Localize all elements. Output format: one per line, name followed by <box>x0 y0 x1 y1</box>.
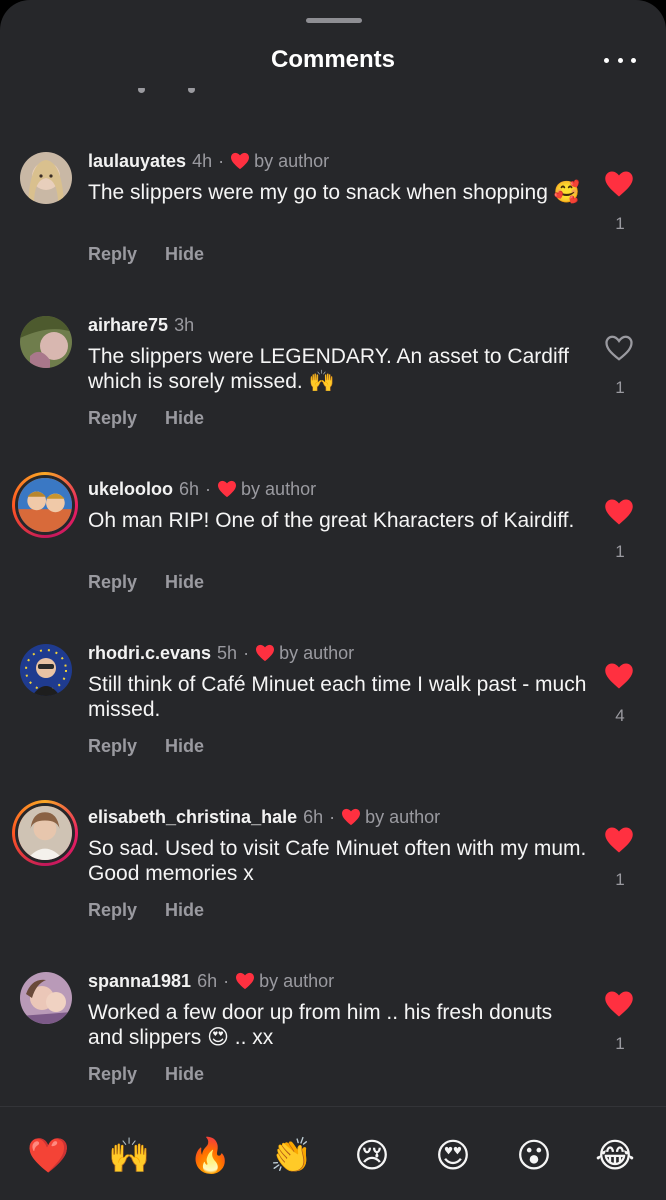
comment-item: laulauyates 4h · by author The slippers … <box>0 150 666 302</box>
comment-item: rhodri.c.evans 5h · by author Still thin… <box>0 642 666 794</box>
comment-item: airhare75 3h The slippers were LEGENDARY… <box>0 314 666 466</box>
like-heart-outline-icon[interactable] <box>604 334 634 362</box>
separator-dot: · <box>205 479 212 499</box>
like-count: 1 <box>615 378 625 397</box>
avatar-with-story-ring[interactable] <box>12 472 78 538</box>
avatar[interactable] <box>20 644 72 696</box>
comment-username[interactable]: ukelooloo <box>88 478 173 500</box>
by-author-label: by author <box>254 151 330 171</box>
comment-time: 6h <box>179 479 200 499</box>
avatar[interactable] <box>20 152 72 204</box>
comment-username[interactable]: spanna1981 <box>88 970 191 992</box>
hide-button[interactable]: Hide <box>165 736 204 757</box>
reply-button[interactable]: Reply <box>88 408 137 429</box>
separator-dot: · <box>329 807 336 827</box>
liked-by-author-heart-icon <box>236 972 255 990</box>
like-count: 1 <box>615 542 625 561</box>
hide-button[interactable]: Hide <box>165 900 204 921</box>
like-heart-icon[interactable] <box>604 498 634 526</box>
comment-time: 3h <box>174 315 195 335</box>
like-count: 1 <box>615 214 625 233</box>
more-options-icon[interactable] <box>604 42 636 78</box>
liked-by-author-heart-icon <box>218 480 237 498</box>
emoji-red-heart[interactable]: ❤️ <box>27 1135 69 1177</box>
by-author-label: by author <box>365 807 441 827</box>
avatar-with-story-ring[interactable] <box>12 800 78 866</box>
comment-time: 4h <box>192 151 213 171</box>
hide-button[interactable]: Hide <box>165 408 204 429</box>
like-heart-icon[interactable] <box>604 990 634 1018</box>
comment-username[interactable]: elisabeth_christina_hale <box>88 806 297 828</box>
comment-time: 6h <box>197 971 218 991</box>
like-count: 1 <box>615 870 625 889</box>
comment-username[interactable]: rhodri.c.evans <box>88 642 211 664</box>
like-heart-icon[interactable] <box>604 170 634 198</box>
comment-time: 5h <box>217 643 238 663</box>
header: Comments <box>0 40 666 84</box>
comment-text: So sad. Used to visit Cafe Minuet often … <box>88 837 587 885</box>
emoji-tears-of-joy[interactable]: 😂 <box>594 1135 636 1177</box>
by-author-label: by author <box>279 643 355 663</box>
comment-username[interactable]: airhare75 <box>88 314 168 336</box>
by-author-label: by author <box>241 479 317 499</box>
emoji-heart-eyes[interactable]: 😍 <box>432 1135 474 1177</box>
separator-dot: · <box>223 971 230 991</box>
comment-username[interactable]: laulauyates <box>88 150 186 172</box>
hide-button[interactable]: Hide <box>165 244 204 265</box>
reply-button[interactable]: Reply <box>88 244 137 265</box>
like-count: 1 <box>615 1034 625 1053</box>
comment-time: 6h <box>303 807 324 827</box>
comment-text: The slippers were my go to snack when sh… <box>88 181 580 204</box>
reply-button[interactable]: Reply <box>88 900 137 921</box>
page-title: Comments <box>270 46 396 73</box>
avatar[interactable] <box>20 972 72 1024</box>
reply-button[interactable]: Reply <box>88 736 137 757</box>
by-author-label: by author <box>259 971 335 991</box>
like-heart-icon[interactable] <box>604 826 634 854</box>
like-count: 4 <box>615 706 625 725</box>
emoji-reaction-bar: ❤️ 🙌 🔥 👏 😢 😍 😮 😂 <box>0 1106 666 1200</box>
comment-text: Worked a few door up from him .. his fre… <box>88 1001 553 1049</box>
liked-by-author-heart-icon <box>231 152 250 170</box>
comment-item: spanna1981 6h · by author Worked a few d… <box>0 970 666 1122</box>
separator-dot: · <box>243 643 250 663</box>
avatar[interactable] <box>20 316 72 368</box>
reply-button[interactable]: Reply <box>88 572 137 593</box>
clipped-previous-comment <box>88 88 218 98</box>
separator-dot: · <box>218 151 225 171</box>
comment-text: Still think of Café Minuet each time I w… <box>88 673 587 721</box>
emoji-crying-face[interactable]: 😢 <box>351 1135 393 1177</box>
emoji-clapping-hands[interactable]: 👏 <box>270 1135 312 1177</box>
emoji-fire[interactable]: 🔥 <box>189 1135 231 1177</box>
hide-button[interactable]: Hide <box>165 572 204 593</box>
comments-sheet: Comments laulauyates 4h · by author The … <box>0 0 666 1200</box>
comment-item: elisabeth_christina_hale 6h · by author … <box>0 800 666 958</box>
reply-button[interactable]: Reply <box>88 1064 137 1085</box>
hide-button[interactable]: Hide <box>165 1064 204 1085</box>
comment-text: Oh man RIP! One of the great Kharacters … <box>88 509 575 532</box>
comment-item: ukelooloo 6h · by author Oh man RIP! One… <box>0 472 666 630</box>
liked-by-author-heart-icon <box>342 808 361 826</box>
comment-text: The slippers were LEGENDARY. An asset to… <box>88 345 569 393</box>
emoji-surprised-face[interactable]: 😮 <box>513 1135 555 1177</box>
liked-by-author-heart-icon <box>256 644 275 662</box>
like-heart-icon[interactable] <box>604 662 634 690</box>
sheet-grabber[interactable] <box>306 18 362 23</box>
emoji-raised-hands[interactable]: 🙌 <box>108 1135 150 1177</box>
